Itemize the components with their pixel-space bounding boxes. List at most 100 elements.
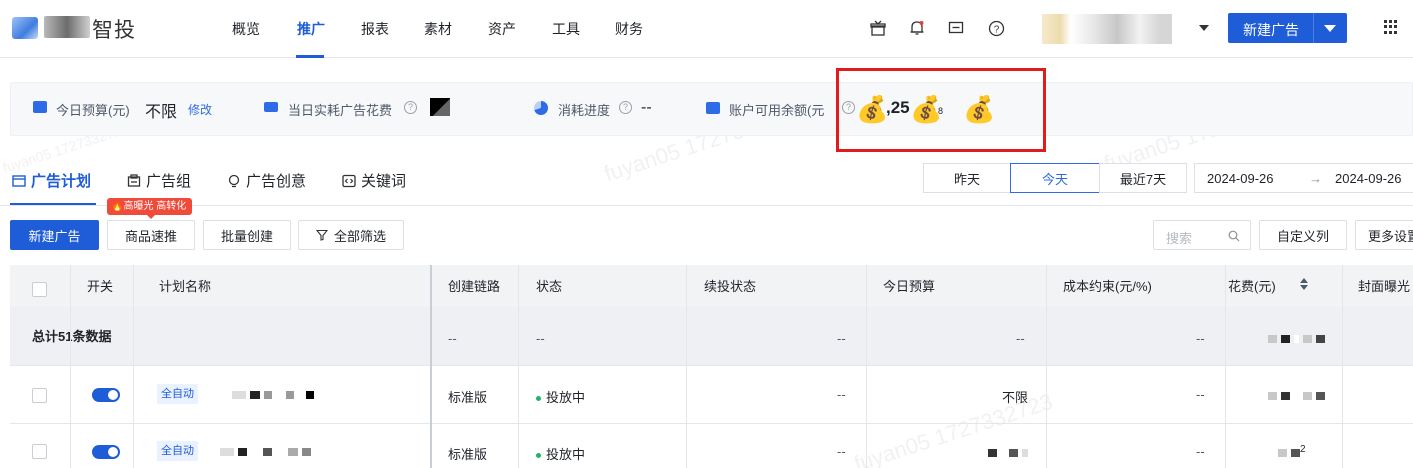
apps-grid-icon[interactable] <box>1384 20 1398 34</box>
date-last7-button[interactable]: 最近7天 <box>1099 163 1187 193</box>
summary-status: -- <box>536 331 545 346</box>
row-checkbox[interactable] <box>32 444 47 459</box>
column-divider <box>133 265 134 468</box>
row-divider <box>10 423 1413 424</box>
column-header-spend[interactable]: 花费(元) <box>1228 276 1276 295</box>
date-yesterday-button[interactable]: 昨天 <box>923 163 1011 193</box>
renew-value: -- <box>837 387 846 402</box>
column-divider <box>686 265 687 468</box>
column-header-today-budget: 今日预算 <box>883 279 936 294</box>
batch-create-button[interactable]: 批量创建 <box>203 220 291 250</box>
column-divider <box>518 265 519 468</box>
progress-value: -- <box>641 99 652 116</box>
tab-ad-group[interactable]: 广告组 <box>127 170 191 191</box>
nav-item-materials[interactable]: 素材 <box>424 19 452 39</box>
plan-toggle[interactable] <box>92 388 120 402</box>
tab-keywords[interactable]: 关键词 <box>342 170 406 191</box>
status-dot-icon <box>536 396 541 402</box>
plan-name-redacted <box>220 448 311 456</box>
search-input[interactable]: 搜索 <box>1153 220 1251 250</box>
money-bag-icon: 💰 <box>963 94 996 124</box>
money-bag-icon: 💰 <box>856 94 889 124</box>
fire-icon: 🔥 <box>111 201 124 212</box>
column-divider <box>70 265 71 468</box>
search-icon[interactable] <box>1228 230 1240 242</box>
quick-promote-button[interactable]: 商品速推 <box>107 220 195 250</box>
column-divider <box>1225 265 1226 468</box>
progress-pie-icon <box>534 101 548 115</box>
help-icon[interactable]: ? <box>986 18 1006 38</box>
search-placeholder: 搜索 <box>1166 231 1193 246</box>
date-end: 2024-09-26 <box>1335 171 1402 186</box>
column-divider-frozen <box>430 265 432 468</box>
column-divider <box>1342 265 1343 468</box>
summary-renew: -- <box>837 331 846 346</box>
nav-item-reports[interactable]: 报表 <box>361 19 389 39</box>
balance-partial: ,25 <box>886 98 910 117</box>
budget-value[interactable]: 不限 <box>1002 387 1028 406</box>
row-checkbox[interactable] <box>32 388 47 403</box>
date-range-picker[interactable]: 2024-09-26 → 2024-09-26 <box>1194 163 1413 193</box>
tab-divider <box>0 205 1413 206</box>
budget-redacted[interactable] <box>988 449 1028 457</box>
lightbulb-icon <box>228 174 240 187</box>
budget-icon <box>33 101 47 113</box>
tab-label: 关键词 <box>361 173 407 190</box>
column-divider <box>866 265 867 468</box>
row-divider <box>10 365 1413 366</box>
column-header-renew-status: 续投状态 <box>704 279 757 294</box>
message-icon[interactable] <box>946 18 966 38</box>
wallet-icon <box>706 102 720 114</box>
nav-item-tools[interactable]: 工具 <box>552 19 580 39</box>
edit-budget-link[interactable]: 修改 <box>188 101 212 118</box>
tab-label: 广告创意 <box>246 173 307 190</box>
bell-icon[interactable] <box>907 18 927 38</box>
date-start: 2024-09-26 <box>1207 171 1274 186</box>
sort-icon[interactable] <box>1300 278 1308 290</box>
card-icon <box>264 102 278 112</box>
hot-badge-text: 高曝光 高转化 <box>123 201 187 212</box>
plan-toggle[interactable] <box>92 445 120 459</box>
chevron-down-icon[interactable] <box>1324 25 1336 32</box>
spend-redacted <box>1268 392 1325 400</box>
column-header-status: 状态 <box>536 279 563 294</box>
logo-blurred-text <box>44 16 90 38</box>
hot-badge: 🔥高曝光 高转化 <box>107 198 193 219</box>
arrow-right-icon: → <box>1309 171 1322 186</box>
auto-tag[interactable]: 全自动 <box>157 441 198 461</box>
plan-name-redacted <box>232 391 314 399</box>
plan-icon <box>12 174 26 187</box>
new-ad-button-label[interactable]: 新建广告 <box>1243 20 1299 40</box>
gift-icon[interactable] <box>868 18 888 38</box>
cost-value: -- <box>1196 444 1205 459</box>
help-icon[interactable]: ? <box>619 101 632 114</box>
auto-tag[interactable]: 全自动 <box>157 384 198 404</box>
status-dot-icon <box>536 453 541 459</box>
code-icon <box>342 174 356 187</box>
chevron-down-icon[interactable] <box>1199 25 1209 31</box>
new-ad-split-button[interactable]: 新建广告 <box>1228 13 1347 43</box>
filter-all-button[interactable]: 全部筛选 <box>298 220 404 250</box>
today-spend-value-redacted <box>430 98 450 116</box>
tab-ad-plan[interactable]: 广告计划 <box>12 170 91 191</box>
column-header-plan-name: 计划名称 <box>159 279 212 294</box>
summary-label: 总计51条数据 <box>32 329 112 344</box>
select-all-checkbox[interactable] <box>32 282 47 297</box>
nav-item-overview[interactable]: 概览 <box>232 19 260 39</box>
nav-item-assets[interactable]: 资产 <box>488 19 516 39</box>
new-ad-button[interactable]: 新建广告 <box>10 220 99 250</box>
filter-all-label: 全部筛选 <box>333 228 386 244</box>
top-nav: 智投 概览 推广 报表 素材 资产 工具 财务 ? 新建广告 <box>0 0 1413 58</box>
user-account-blurred[interactable] <box>1042 14 1172 44</box>
tab-ad-creative[interactable]: 广告创意 <box>227 170 306 191</box>
nav-item-finance[interactable]: 财务 <box>615 19 643 39</box>
nav-item-promotion[interactable]: 推广 <box>297 19 325 39</box>
more-settings-button[interactable]: 更多设置 <box>1355 220 1413 250</box>
spend-tail: 2 <box>1300 444 1306 455</box>
logo-icon <box>12 17 38 39</box>
help-icon[interactable]: ? <box>404 101 417 114</box>
today-budget-label: 今日预算(元) <box>56 103 130 118</box>
date-today-button[interactable]: 今天 <box>1010 163 1100 193</box>
summary-chain: -- <box>448 331 457 346</box>
custom-columns-button[interactable]: 自定义列 <box>1259 220 1347 250</box>
